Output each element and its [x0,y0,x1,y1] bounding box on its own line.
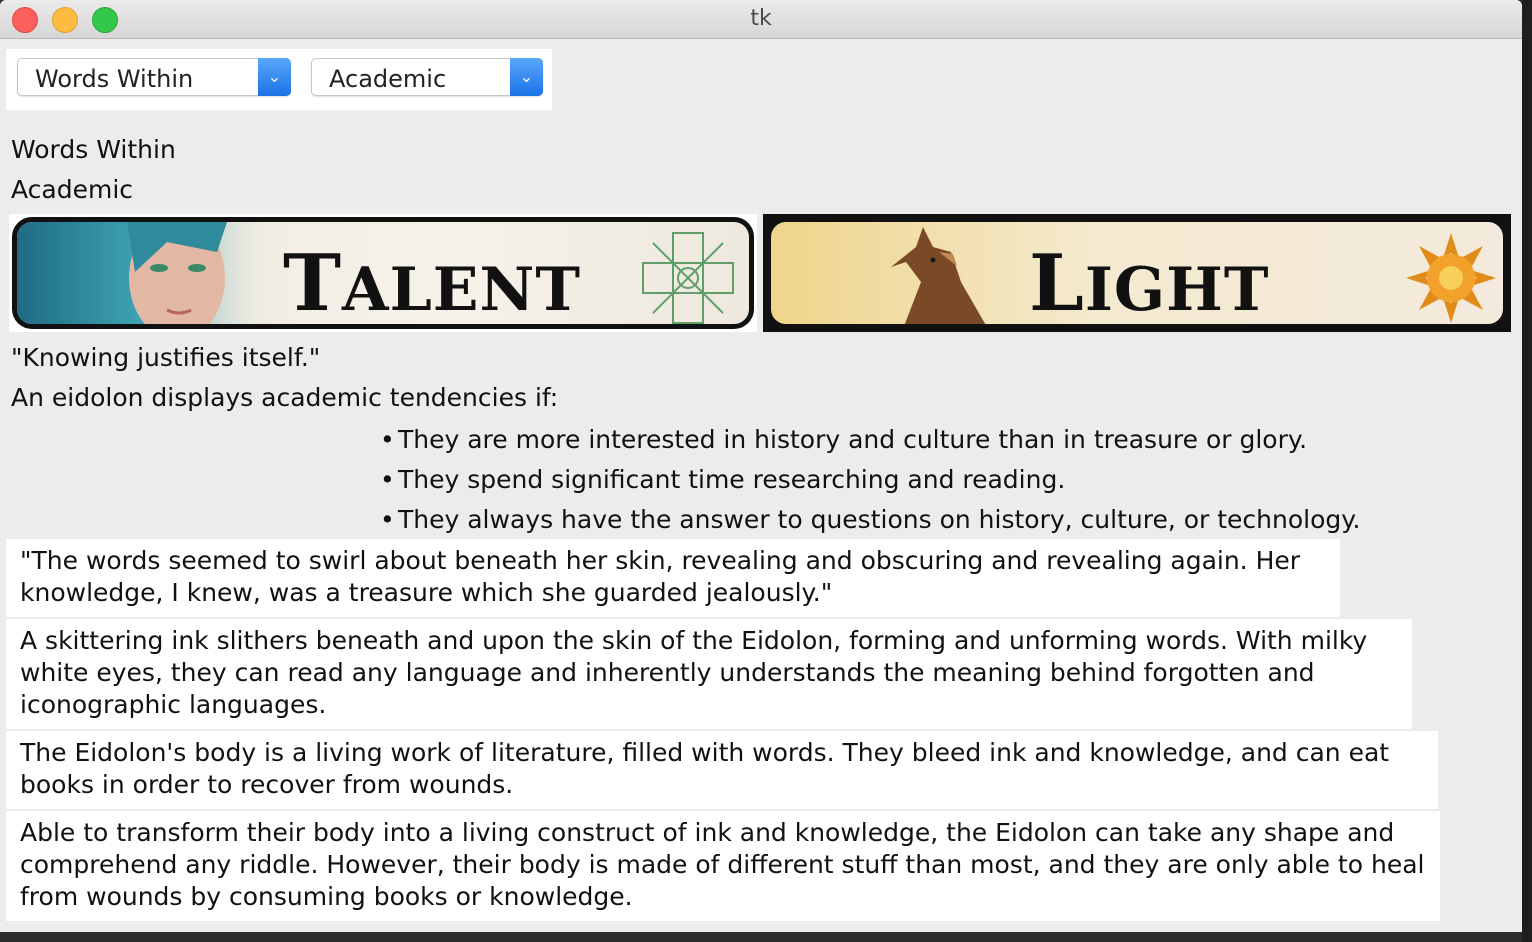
chevron-down-icon[interactable]: ⌄ [510,58,543,96]
light-banner: LIGHT [763,214,1511,332]
talent-title: TALENT [283,238,582,329]
app-window: tk Words Within ⌄ Academic ⌄ Words Withi… [0,0,1522,932]
portrait-image [17,222,277,324]
list-item: • They spend significant time researching… [380,465,1066,494]
description-paragraph: A skittering ink slithers beneath and up… [6,619,1412,729]
light-title: LIGHT [1029,238,1270,329]
body-paragraph: The Eidolon's body is a living work of l… [6,731,1438,809]
title-bar[interactable]: tk [0,0,1522,39]
motto-text: "Knowing justifies itself." [11,343,321,372]
talent-banner: TALENT [9,214,757,332]
talent-sigil-icon [642,232,734,324]
talent-banner-frame: TALENT [12,217,754,329]
light-banner-frame: LIGHT [766,217,1508,329]
tendency-dropdown[interactable]: Academic ⌄ [311,58,543,96]
category-dropdown[interactable]: Words Within ⌄ [17,58,291,96]
chevron-down-icon[interactable]: ⌄ [258,58,291,96]
selected-category-label: Words Within [11,135,176,164]
dropdown-bar: Words Within ⌄ Academic ⌄ [6,49,552,110]
list-item: • They always have the answer to question… [380,505,1361,534]
intro-text: An eidolon displays academic tendencies … [11,383,559,412]
selected-tendency-label: Academic [11,175,134,204]
category-dropdown-value: Words Within [35,65,194,93]
quote-paragraph: "The words seemed to swirl about beneath… [6,539,1340,617]
window-title: tk [750,6,772,31]
sun-icon [1406,233,1496,323]
tendency-dropdown-value: Academic [329,65,447,93]
tendency-list: • They are more interested in history and… [380,420,1360,540]
list-item: • They are more interested in history and… [380,425,1308,454]
ability-paragraph: Able to transform their body into a livi… [6,811,1440,921]
background-editor-strip [1522,0,1532,942]
